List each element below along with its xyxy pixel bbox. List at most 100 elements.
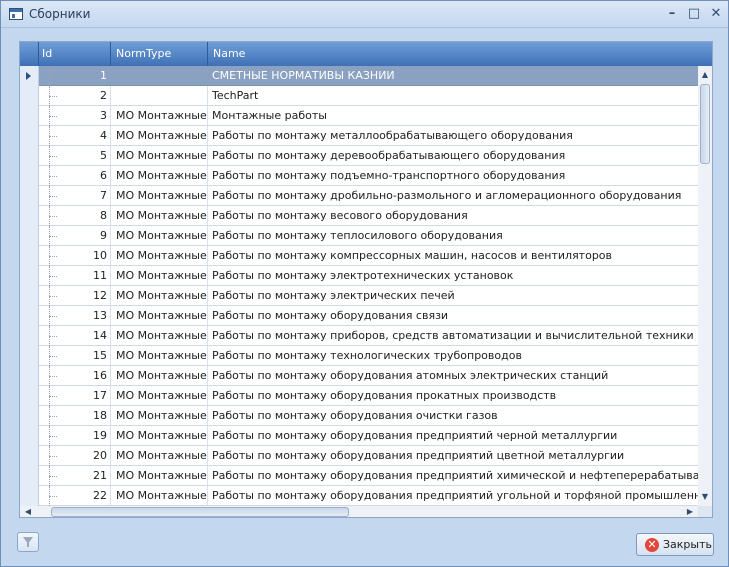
cell-normtype[interactable]: МО Монтажные [111,166,208,185]
cell-normtype[interactable]: МО Монтажные [111,406,208,425]
cell-normtype[interactable]: МО Монтажные [111,266,208,285]
row-indicator[interactable] [20,346,39,366]
cell-id[interactable]: 17 [61,386,111,405]
cell-name[interactable]: Работы по монтажу дробильно-размольного … [208,186,698,205]
table-row[interactable]: 21 МО Монтажные Работы по монтажу оборудов… [20,466,698,486]
table-row[interactable]: 3 МО Монтажные Монтажные работы [20,106,698,126]
cell-id[interactable]: 19 [61,426,111,445]
row-indicator[interactable] [20,486,39,506]
cell-normtype[interactable]: МО Монтажные [111,286,208,305]
cell-name[interactable]: Работы по монтажу электротехнических уст… [208,266,698,285]
row-indicator[interactable] [20,226,39,246]
cell-id[interactable]: 11 [61,266,111,285]
cell-name[interactable]: Работы по монтажу приборов, средств авто… [208,326,698,345]
close-icon[interactable]: ✕ [708,6,724,22]
cell-id[interactable]: 5 [61,146,111,165]
table-row[interactable]: 7 МО Монтажные Работы по монтажу дробильно… [20,186,698,206]
close-button[interactable]: ✕ Закрыть [636,533,714,556]
cell-name[interactable]: Работы по монтажу оборудования предприят… [208,466,698,485]
table-row[interactable]: 16 МО Монтажные Работы по монтажу оборудов… [20,366,698,386]
table-row[interactable]: 9 МО Монтажные Работы по монтажу теплосило… [20,226,698,246]
row-indicator[interactable] [20,286,39,306]
horizontal-scrollbar[interactable]: ◀ ▶ [20,506,698,517]
cell-normtype[interactable]: МО Монтажные [111,426,208,445]
cell-name[interactable]: Работы по монтажу подъемно-транспортного… [208,166,698,185]
cell-id[interactable]: 21 [61,466,111,485]
cell-name[interactable]: Работы по монтажу оборудования прокатных… [208,386,698,405]
cell-normtype[interactable]: МО Монтажные [111,226,208,245]
cell-normtype[interactable]: МО Монтажные [111,366,208,385]
cell-id[interactable]: 4 [61,126,111,145]
row-indicator[interactable] [20,426,39,446]
table-row[interactable]: 12 МО Монтажные Работы по монтажу электрич… [20,286,698,306]
row-indicator[interactable] [20,326,39,346]
row-indicator[interactable] [20,66,39,86]
scroll-right-icon[interactable]: ▶ [684,506,696,517]
table-row[interactable]: 15 МО Монтажные Работы по монтажу технолог… [20,346,698,366]
cell-name[interactable]: Работы по монтажу деревообрабатывающего … [208,146,698,165]
row-indicator[interactable] [20,406,39,426]
cell-normtype[interactable]: МО Монтажные [111,326,208,345]
scroll-left-icon[interactable]: ◀ [22,506,34,517]
cell-normtype[interactable]: МО Монтажные [111,126,208,145]
row-indicator[interactable] [20,86,39,106]
row-indicator[interactable] [20,126,39,146]
row-indicator[interactable] [20,366,39,386]
title-bar[interactable]: Сборники – □ ✕ [1,1,728,28]
filter-button[interactable] [17,532,39,552]
cell-id[interactable]: 20 [61,446,111,465]
row-indicator[interactable] [20,306,39,326]
table-row[interactable]: 6 МО Монтажные Работы по монтажу подъемно-… [20,166,698,186]
table-row[interactable]: 19 МО Монтажные Работы по монтажу оборудов… [20,426,698,446]
cell-name[interactable]: Работы по монтажу металлообрабатывающего… [208,126,698,145]
cell-name[interactable]: Работы по монтажу теплосилового оборудов… [208,226,698,245]
table-row[interactable]: 5 МО Монтажные Работы по монтажу деревообр… [20,146,698,166]
table-row[interactable]: 4 МО Монтажные Работы по монтажу металлооб… [20,126,698,146]
row-indicator[interactable] [20,166,39,186]
row-indicator[interactable] [20,386,39,406]
cell-name[interactable]: Работы по монтажу весового оборудования [208,206,698,225]
table-row[interactable]: 20 МО Монтажные Работы по монтажу оборудов… [20,446,698,466]
cell-id[interactable]: 10 [61,246,111,265]
column-header-normtype[interactable]: NormType [111,42,208,66]
cell-normtype[interactable]: МО Монтажные [111,346,208,365]
cell-normtype[interactable]: МО Монтажные [111,206,208,225]
row-indicator[interactable] [20,446,39,466]
cell-name[interactable]: Работы по монтажу оборудования атомных э… [208,366,698,385]
cell-normtype[interactable] [111,66,208,85]
row-indicator[interactable] [20,266,39,286]
cell-normtype[interactable]: МО Монтажные [111,486,208,505]
cell-name[interactable]: Монтажные работы [208,106,698,125]
cell-normtype[interactable] [111,86,208,105]
cell-id[interactable]: 15 [61,346,111,365]
cell-name[interactable]: Работы по монтажу компрессорных машин, н… [208,246,698,265]
table-row[interactable]: 8 МО Монтажные Работы по монтажу весового … [20,206,698,226]
column-header-id[interactable]: Id [39,42,111,66]
cell-name[interactable]: Работы по монтажу оборудования предприят… [208,486,698,505]
table-row[interactable]: 13 МО Монтажные Работы по монтажу оборудов… [20,306,698,326]
cell-id[interactable]: 14 [61,326,111,345]
data-grid[interactable]: Id NormType Name 1 СМЕТНЫЕ НОРМАТИВЫ КАЗН… [19,41,713,518]
cell-name[interactable]: Работы по монтажу оборудования предприят… [208,446,698,465]
horizontal-scroll-thumb[interactable] [51,507,349,517]
table-row[interactable]: 18 МО Монтажные Работы по монтажу оборудов… [20,406,698,426]
cell-id[interactable]: 7 [61,186,111,205]
cell-name[interactable]: Работы по монтажу оборудования предприят… [208,426,698,445]
row-indicator[interactable] [20,106,39,126]
table-row[interactable]: 17 МО Монтажные Работы по монтажу оборудов… [20,386,698,406]
table-row[interactable]: 11 МО Монтажные Работы по монтажу электрот… [20,266,698,286]
cell-name[interactable]: TechPart [208,86,698,105]
scroll-up-icon[interactable]: ▲ [698,68,712,82]
minimize-icon[interactable]: – [664,6,680,22]
cell-id[interactable]: 8 [61,206,111,225]
vertical-scroll-thumb[interactable] [700,84,710,164]
cell-id[interactable]: 22 [61,486,111,505]
table-row[interactable]: 10 МО Монтажные Работы по монтажу компресс… [20,246,698,266]
scroll-down-icon[interactable]: ▼ [698,490,712,504]
table-row[interactable]: 1 СМЕТНЫЕ НОРМАТИВЫ КАЗНИИ [20,66,698,86]
table-row[interactable]: 2 TechPart [20,86,698,106]
cell-id[interactable]: 13 [61,306,111,325]
row-indicator[interactable] [20,186,39,206]
cell-normtype[interactable]: МО Монтажные [111,306,208,325]
row-indicator[interactable] [20,146,39,166]
